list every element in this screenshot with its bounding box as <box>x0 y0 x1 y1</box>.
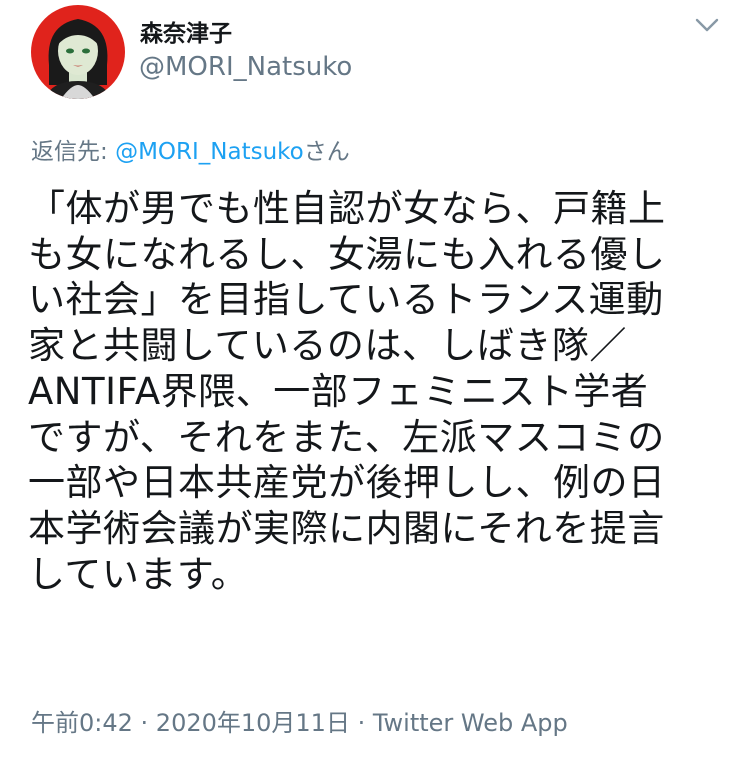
tweet-time[interactable]: 午前0:42 <box>31 709 133 737</box>
tweet-date[interactable]: 2020年10月11日 <box>156 709 350 737</box>
reply-prefix: 返信先: <box>31 139 116 165</box>
reply-context: 返信先: @MORI_Natsukoさん <box>31 132 350 166</box>
tweet-text: 「体が男でも性自認が女なら、戸籍上 も女になれるし、女湯にも入れる優し い社会」… <box>28 187 666 596</box>
tweet-metadata: 午前0:42 · 2020年10月11日 · Twitter Web App <box>31 703 568 738</box>
chevron-down-icon[interactable] <box>695 16 719 34</box>
avatar-illustration <box>31 5 125 99</box>
avatar[interactable] <box>31 5 125 99</box>
meta-separator: · <box>349 709 373 737</box>
tweet-source[interactable]: Twitter Web App <box>373 709 568 737</box>
display-name[interactable]: 森奈津子 <box>140 14 232 48</box>
user-handle[interactable]: @MORI_Natsuko <box>139 52 352 82</box>
meta-separator: · <box>132 709 156 737</box>
reply-suffix: さん <box>303 139 350 165</box>
reply-mention-link[interactable]: @MORI_Natsuko <box>115 139 304 165</box>
